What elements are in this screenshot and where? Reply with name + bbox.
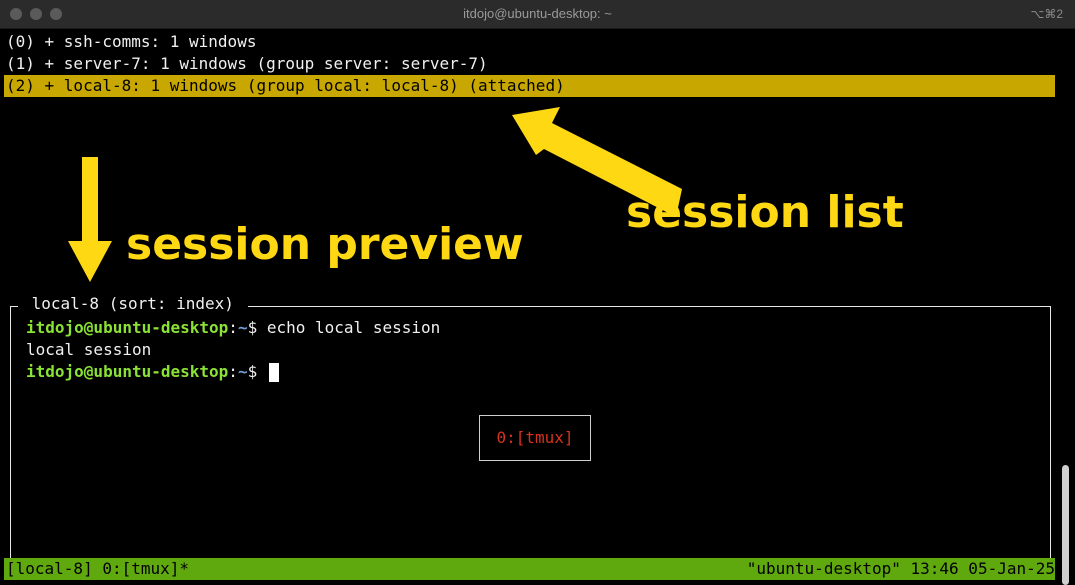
prompt-path: ~ xyxy=(237,362,248,381)
prompt-symbol: $ xyxy=(247,318,258,337)
preview-command-line: itdojo@ubuntu-desktop:~$ echo local sess… xyxy=(26,317,440,339)
status-left: [local-8] 0:[tmux]* xyxy=(6,559,190,578)
prompt-path: ~ xyxy=(237,318,248,337)
session-list-annotation: session list xyxy=(626,187,904,238)
window-titlebar: itdojo@ubuntu-desktop: ~ ⌥⌘2 xyxy=(0,0,1075,29)
status-right: "ubuntu-desktop" 13:46 05-Jan-25 xyxy=(746,559,1055,578)
scrollbar-thumb[interactable] xyxy=(1062,465,1069,585)
session-preview-annotation: session preview xyxy=(126,219,524,270)
annotation-arrows xyxy=(68,107,682,282)
preview-command: echo local session xyxy=(257,318,441,337)
prompt-separator: : xyxy=(228,318,238,337)
window-title: itdojo@ubuntu-desktop: ~ xyxy=(463,6,612,21)
session-preview-title: local-8 (sort: index) xyxy=(18,293,248,315)
prompt-separator: : xyxy=(228,362,238,381)
prompt-symbol: $ xyxy=(247,362,258,381)
tmux-status-bar: [local-8] 0:[tmux]* "ubuntu-desktop" 13:… xyxy=(4,558,1055,580)
arrow-to-session-preview xyxy=(68,157,112,282)
terminal-area[interactable]: (0) + ssh-comms: 1 windows (1) + server-… xyxy=(0,29,1075,585)
preview-window-label: 0:[tmux] xyxy=(479,415,591,461)
preview-output: local session xyxy=(26,340,152,359)
window-shortcut: ⌥⌘2 xyxy=(1030,7,1063,21)
prompt-user: itdojo@ubuntu-desktop xyxy=(26,362,229,381)
prompt-user: itdojo@ubuntu-desktop xyxy=(26,318,229,337)
preview-prompt-line: itdojo@ubuntu-desktop:~$ xyxy=(26,361,279,383)
terminal-cursor xyxy=(268,363,279,382)
